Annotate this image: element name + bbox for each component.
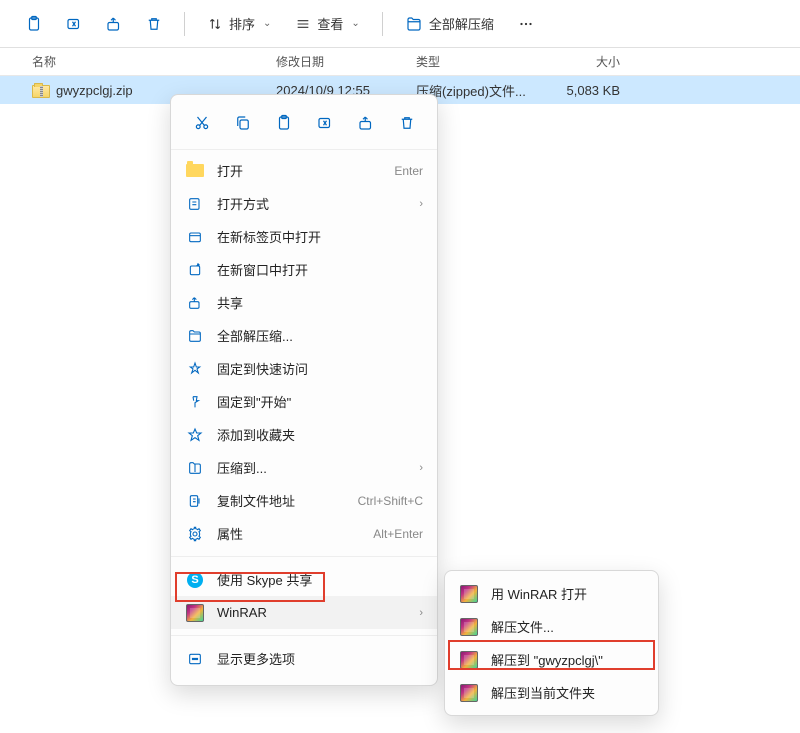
column-headers: 名称 修改日期 类型 大小 [0, 48, 800, 76]
menu-action-row [171, 101, 437, 150]
cut-icon [193, 114, 211, 132]
winrar-submenu: 用 WinRAR 打开 解压文件... 解压到 "gwyzpclgj\" 解压到… [444, 570, 659, 716]
compress-icon [185, 458, 205, 478]
submenu-open-winrar[interactable]: 用 WinRAR 打开 [445, 577, 658, 610]
paste-button[interactable] [16, 6, 52, 42]
action-delete[interactable] [391, 107, 423, 139]
menu-show-more[interactable]: 显示更多选项 [171, 642, 437, 675]
copy-path-icon [185, 491, 205, 511]
skype-icon [185, 570, 205, 590]
menu-properties[interactable]: 属性 Alt+Enter [171, 517, 437, 550]
paste-icon [275, 114, 293, 132]
delete-icon [398, 114, 416, 132]
new-tab-icon [185, 227, 205, 247]
folder-icon [185, 161, 205, 181]
properties-icon [185, 524, 205, 544]
submenu-extract-to-folder[interactable]: 解压到 "gwyzpclgj\" [445, 643, 658, 676]
divider [184, 12, 185, 36]
col-modified-header[interactable]: 修改日期 [276, 53, 416, 70]
menu-open-new-window[interactable]: 在新窗口中打开 [171, 253, 437, 286]
copy-icon [234, 114, 252, 132]
menu-open-with[interactable]: 打开方式 › [171, 187, 437, 220]
view-button[interactable]: 查看 ⌄ [285, 6, 369, 42]
winrar-icon [459, 584, 479, 604]
share-icon [185, 293, 205, 313]
winrar-icon [459, 650, 479, 670]
pin-icon [185, 359, 205, 379]
share-icon [105, 15, 123, 33]
delete-icon [145, 15, 163, 33]
menu-pin-quick-access[interactable]: 固定到快速访问 [171, 352, 437, 385]
menu-add-favorites[interactable]: 添加到收藏夹 [171, 418, 437, 451]
menu-divider [171, 556, 437, 557]
delete-button[interactable] [136, 6, 172, 42]
menu-winrar[interactable]: WinRAR › [171, 596, 437, 629]
context-menu: 打开 Enter 打开方式 › 在新标签页中打开 在新窗口中打开 [170, 94, 438, 686]
action-share[interactable] [350, 107, 382, 139]
extract-all-button[interactable]: 全部解压缩 [395, 6, 504, 42]
more-options-button[interactable] [508, 6, 544, 42]
menu-share[interactable]: 共享 [171, 286, 437, 319]
menu-pin-start[interactable]: 固定到"开始" [171, 385, 437, 418]
sort-button[interactable]: 排序 ⌄ [197, 6, 281, 42]
chevron-down-icon: ⌄ [263, 18, 271, 29]
action-cut[interactable] [186, 107, 218, 139]
share-button[interactable] [96, 6, 132, 42]
file-size: 5,083 KB [536, 83, 636, 98]
star-icon [185, 425, 205, 445]
extract-icon [185, 326, 205, 346]
col-name-header[interactable]: 名称 [32, 53, 276, 70]
rename-button[interactable] [56, 6, 92, 42]
menu-skype-share[interactable]: 使用 Skype 共享 [171, 563, 437, 596]
chevron-right-icon: › [419, 462, 423, 474]
action-rename[interactable] [309, 107, 341, 139]
zip-file-icon [32, 82, 50, 98]
menu-compress-to[interactable]: 压缩到... › [171, 451, 437, 484]
col-size-header[interactable]: 大小 [536, 53, 636, 70]
paste-icon [25, 15, 43, 33]
menu-extract-all[interactable]: 全部解压缩... [171, 319, 437, 352]
rename-icon [316, 114, 334, 132]
col-type-header[interactable]: 类型 [416, 53, 536, 70]
menu-divider [171, 635, 437, 636]
more-icon [185, 649, 205, 669]
submenu-extract-files[interactable]: 解压文件... [445, 610, 658, 643]
share-icon [357, 114, 375, 132]
extract-icon [405, 15, 423, 33]
menu-open-new-tab[interactable]: 在新标签页中打开 [171, 220, 437, 253]
menu-copy-path[interactable]: 复制文件地址 Ctrl+Shift+C [171, 484, 437, 517]
chevron-right-icon: › [419, 607, 423, 619]
submenu-extract-here[interactable]: 解压到当前文件夹 [445, 676, 658, 709]
pin-start-icon [185, 392, 205, 412]
action-paste[interactable] [268, 107, 300, 139]
winrar-icon [185, 603, 205, 623]
winrar-icon [459, 683, 479, 703]
action-copy[interactable] [227, 107, 259, 139]
sort-icon [207, 16, 223, 32]
open-with-icon [185, 194, 205, 214]
chevron-down-icon: ⌄ [351, 18, 359, 29]
toolbar: 排序 ⌄ 查看 ⌄ 全部解压缩 [0, 0, 800, 48]
chevron-right-icon: › [419, 198, 423, 210]
extract-all-label: 全部解压缩 [429, 14, 494, 33]
sort-label: 排序 [229, 14, 255, 33]
menu-open[interactable]: 打开 Enter [171, 154, 437, 187]
rename-icon [65, 15, 83, 33]
winrar-icon [459, 617, 479, 637]
more-icon [517, 15, 535, 33]
file-name: gwyzpclgj.zip [56, 83, 133, 98]
new-window-icon [185, 260, 205, 280]
view-label: 查看 [317, 14, 343, 33]
divider [382, 12, 383, 36]
view-icon [295, 16, 311, 32]
